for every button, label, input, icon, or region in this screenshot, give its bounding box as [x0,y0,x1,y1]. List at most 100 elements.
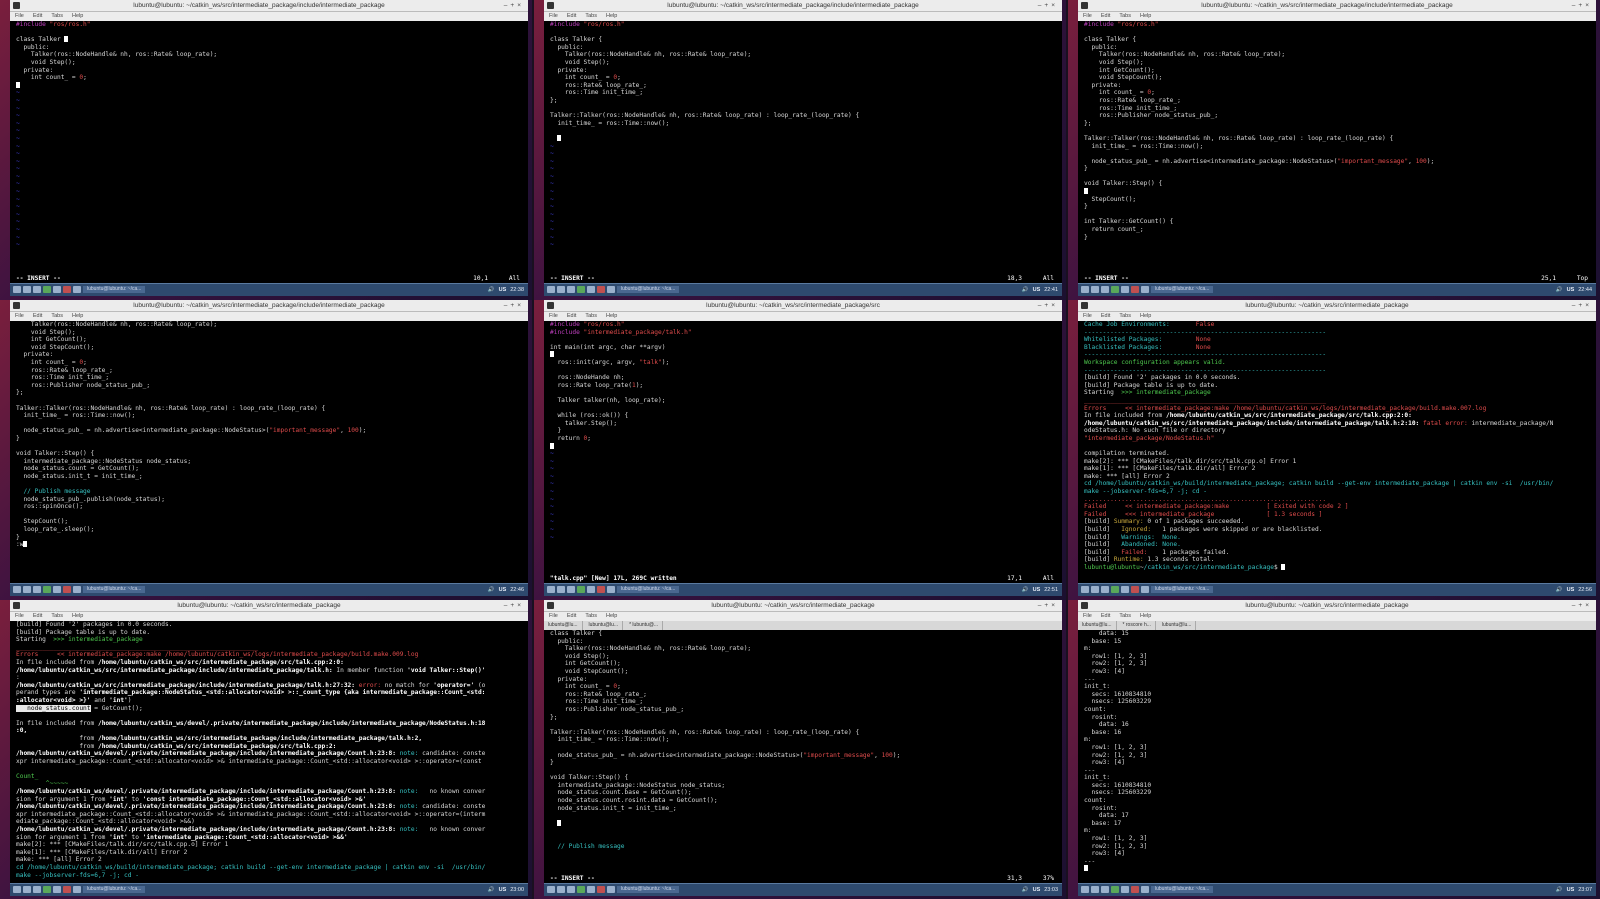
terminal-tab[interactable]: lubuntu@lu... [1158,621,1197,630]
menu-item-help[interactable]: Help [72,613,83,619]
menu-item-edit[interactable]: Edit [567,13,576,19]
terminal-output[interactable]: class Talker { public: Talker(ros::NodeH… [544,630,1062,874]
menu-item-help[interactable]: Help [72,313,83,319]
menu-item-file[interactable]: File [549,13,558,19]
terminal-icon[interactable] [1111,586,1119,593]
terminal-window[interactable]: lubuntu@lubuntu: ~/catkin_ws/src/interme… [10,600,528,883]
terminal-output[interactable]: #include "ros/ros.h" #include "intermedia… [544,321,1062,574]
apps-icon[interactable] [73,286,81,293]
window-titlebar[interactable]: lubuntu@lubuntu: ~/catkin_ws/src/interme… [10,600,528,612]
volume-icon[interactable]: 🔊 [1556,287,1563,293]
menu-item-edit[interactable]: Edit [567,313,576,319]
files-icon[interactable] [567,586,575,593]
taskbar-window-button[interactable]: lubuntu@lubuntu: ~/ca... [1151,286,1214,293]
volume-icon[interactable]: 🔊 [1022,887,1029,893]
files-icon[interactable] [33,586,41,593]
taskbar-window-button[interactable]: lubuntu@lubuntu: ~/ca... [83,886,146,893]
files-icon[interactable] [33,286,41,293]
close-icon[interactable]: × [1051,302,1058,309]
menu-item-tabs[interactable]: Tabs [51,613,63,619]
browser-icon[interactable] [587,886,595,893]
window-controls[interactable]: –+× [1038,300,1058,311]
files-icon[interactable] [1101,286,1109,293]
terminal-tab[interactable]: * lubuntu@... [625,621,664,630]
menu-item-edit[interactable]: Edit [33,613,42,619]
browser-icon[interactable] [1121,886,1129,893]
menu-item-edit[interactable]: Edit [1101,13,1110,19]
apps-icon[interactable] [73,586,81,593]
window-titlebar[interactable]: lubuntu@lubuntu: ~/catkin_ws/src/interme… [1078,300,1596,312]
close-icon[interactable]: × [1585,302,1592,309]
menu-item-tabs[interactable]: Tabs [51,313,63,319]
menu-item-file[interactable]: File [15,313,24,319]
volume-icon[interactable]: 🔊 [488,587,495,593]
close-icon[interactable]: × [1585,602,1592,609]
window-titlebar[interactable]: lubuntu@lubuntu: ~/catkin_ws/src/interme… [544,600,1062,612]
terminal-window[interactable]: lubuntu@lubuntu: ~/catkin_ws/src/interme… [1078,0,1596,283]
browser-icon[interactable] [53,586,61,593]
settings-icon[interactable] [597,886,605,893]
terminal-icon[interactable] [43,886,51,893]
taskbar-window-button[interactable]: lubuntu@lubuntu: ~/ca... [83,286,146,293]
menu-icon[interactable] [13,286,21,293]
terminal-output[interactable]: [build] Found '2' packages in 0.0 second… [10,621,528,883]
terminal-icon[interactable] [43,286,51,293]
menu-item-help[interactable]: Help [1140,313,1151,319]
volume-icon[interactable]: 🔊 [1022,587,1029,593]
files-icon[interactable] [33,886,41,893]
menu-item-tabs[interactable]: Tabs [585,613,597,619]
desktop-icon[interactable] [557,586,565,593]
browser-icon[interactable] [1121,286,1129,293]
browser-icon[interactable] [587,586,595,593]
menu-icon[interactable] [547,286,555,293]
menu-icon[interactable] [1081,886,1089,893]
taskbar-window-button[interactable]: lubuntu@lubuntu: ~/ca... [617,586,680,593]
taskbar-window-button[interactable]: lubuntu@lubuntu: ~/ca... [1151,586,1214,593]
menu-item-help[interactable]: Help [1140,13,1151,19]
menu-item-help[interactable]: Help [606,313,617,319]
keyboard-layout[interactable]: US [1033,287,1041,293]
menu-item-help[interactable]: Help [606,13,617,19]
window-titlebar[interactable]: lubuntu@lubuntu: ~/catkin_ws/src/interme… [1078,600,1596,612]
volume-icon[interactable]: 🔊 [488,287,495,293]
apps-icon[interactable] [1141,286,1149,293]
terminal-output[interactable]: #include "ros/ros.h" class Talker { publi… [1078,21,1596,274]
menu-icon[interactable] [547,886,555,893]
volume-icon[interactable]: 🔊 [1022,287,1029,293]
menu-item-file[interactable]: File [1083,313,1092,319]
browser-icon[interactable] [53,886,61,893]
window-controls[interactable]: –+× [504,600,524,611]
menu-item-file[interactable]: File [15,13,24,19]
menu-item-tabs[interactable]: Tabs [585,313,597,319]
menu-item-tabs[interactable]: Tabs [51,13,63,19]
terminal-icon[interactable] [1111,886,1119,893]
terminal-window[interactable]: lubuntu@lubuntu: ~/catkin_ws/src/interme… [544,0,1062,283]
files-icon[interactable] [1101,886,1109,893]
desktop-icon[interactable] [1091,886,1099,893]
close-icon[interactable]: × [517,2,524,9]
window-controls[interactable]: –+× [504,0,524,11]
window-titlebar[interactable]: lubuntu@lubuntu: ~/catkin_ws/src/interme… [10,300,528,312]
menu-item-help[interactable]: Help [606,613,617,619]
keyboard-layout[interactable]: US [1567,287,1575,293]
volume-icon[interactable]: 🔊 [1556,587,1563,593]
close-icon[interactable]: × [1585,2,1592,9]
terminal-window[interactable]: lubuntu@lubuntu: ~/catkin_ws/src/interme… [1078,600,1596,883]
menu-item-file[interactable]: File [549,313,558,319]
taskbar-window-button[interactable]: lubuntu@lubuntu: ~/ca... [617,886,680,893]
settings-icon[interactable] [1131,586,1139,593]
desktop-icon[interactable] [23,886,31,893]
apps-icon[interactable] [607,886,615,893]
keyboard-layout[interactable]: US [499,587,507,593]
desktop-icon[interactable] [557,886,565,893]
keyboard-layout[interactable]: US [1033,887,1041,893]
terminal-tab[interactable]: * roscore h... [1119,621,1156,630]
desktop-icon[interactable] [557,286,565,293]
terminal-icon[interactable] [577,586,585,593]
menu-item-edit[interactable]: Edit [567,613,576,619]
window-titlebar[interactable]: lubuntu@lubuntu: ~/catkin_ws/src/interme… [1078,0,1596,12]
keyboard-layout[interactable]: US [499,287,507,293]
files-icon[interactable] [567,286,575,293]
settings-icon[interactable] [1131,886,1139,893]
menu-icon[interactable] [547,586,555,593]
